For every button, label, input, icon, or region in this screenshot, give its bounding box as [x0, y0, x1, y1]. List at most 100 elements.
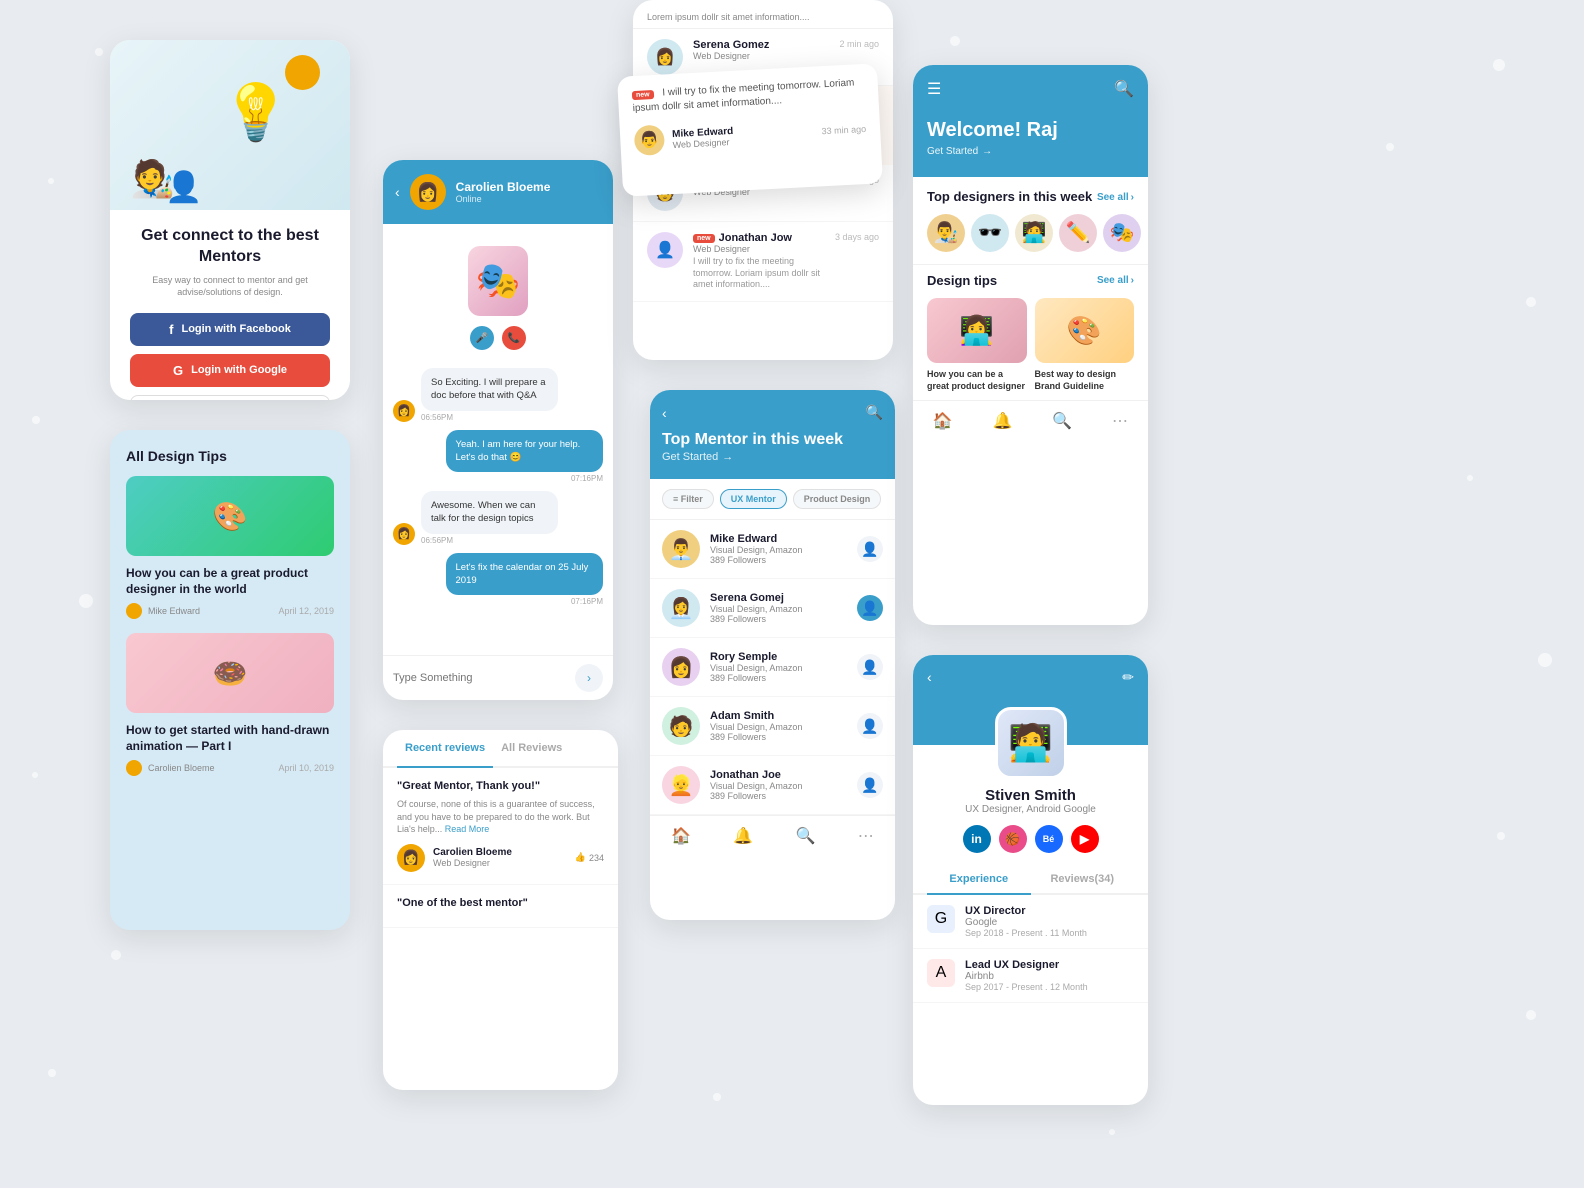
follow-button-adam-m[interactable]: 👤: [857, 713, 883, 739]
welcome-nav-home[interactable]: 🏠: [933, 411, 953, 431]
reviewer-info-1: Carolien Bloeme Web Designer: [433, 847, 567, 868]
mentor-nav-search[interactable]: 🔍: [796, 826, 816, 846]
mentor-avatar-rory: 👩: [662, 648, 700, 686]
profile-edit-button[interactable]: ✏: [1122, 669, 1134, 686]
chat-user-status: Online: [456, 194, 601, 204]
profile-card: ‹ ✏ 🧑‍💻 Stiven Smith UX Designer, Androi…: [913, 655, 1148, 1105]
msg-avatar-jonathan: 👤: [647, 232, 683, 268]
end-call-button[interactable]: 📞: [502, 326, 526, 350]
welcome-cta[interactable]: Get Started →: [927, 146, 1134, 157]
behance-button[interactable]: Bé: [1035, 825, 1063, 853]
mentor-meta-serena: Visual Design, Amazon: [710, 604, 847, 614]
mentor-title: Top Mentor in this week: [662, 431, 883, 449]
msg-time-serena: 2 min ago: [839, 39, 879, 49]
chat-msg-avatar-3: 👩: [393, 523, 415, 545]
mentor-item-jonathan[interactable]: 👱 Jonathan Joe Visual Design, Amazon 389…: [650, 756, 895, 815]
follow-button-rory[interactable]: 👤: [857, 654, 883, 680]
filter-chip-filter[interactable]: ≡ Filter: [662, 489, 714, 509]
reviewer-row-1: 👩 Carolien Bloeme Web Designer 👍 234: [397, 844, 604, 872]
chat-messages: 👩 So Exciting. I will prepare a doc befo…: [383, 360, 613, 655]
welcome-arrow-icon: →: [982, 146, 992, 157]
login-body: Get connect to the best Mentors Easy way…: [110, 210, 350, 400]
filter-chip-product[interactable]: Product Design: [793, 489, 882, 509]
mute-button[interactable]: 🎤: [470, 326, 494, 350]
chat-send-button[interactable]: ›: [575, 664, 603, 692]
floating-new-badge: new: [632, 90, 654, 100]
review-text-1: Of course, none of this is a guarantee o…: [397, 798, 604, 836]
mentor-item-serena[interactable]: 👩‍💼 Serena Gomej Visual Design, Amazon 3…: [650, 579, 895, 638]
mentor-back-button[interactable]: ‹: [662, 405, 667, 421]
tab-experience[interactable]: Experience: [927, 865, 1031, 895]
floating-msg-time: 33 min ago: [821, 124, 866, 136]
tab-reviews[interactable]: Reviews(34): [1031, 865, 1135, 893]
tips-see-all[interactable]: See all ›: [1097, 275, 1134, 286]
mentor-info-rory: Rory Semple Visual Design, Amazon 389 Fo…: [710, 651, 847, 683]
designers-see-all[interactable]: See all ›: [1097, 192, 1134, 203]
mentor-search-icon[interactable]: 🔍: [866, 404, 883, 421]
mentor-nav-bell[interactable]: 🔔: [733, 826, 753, 846]
sun-illustration: [285, 55, 320, 90]
chat-back-button[interactable]: ‹: [395, 184, 400, 200]
message-item-jonathan-inner: 👤 new Jonathan Jow Web Designer I will t…: [633, 222, 893, 301]
email-login-button[interactable]: ✉ Login with Email: [130, 395, 330, 400]
mentor-item-adam[interactable]: 🧑 Adam Smith Visual Design, Amazon 389 F…: [650, 697, 895, 756]
mentor-followers-serena: 389 Followers: [710, 614, 847, 624]
welcome-nav-bell[interactable]: 🔔: [993, 411, 1013, 431]
filter-chip-ux[interactable]: UX Mentor: [720, 489, 787, 509]
designer-avatar-1: 👨‍🎨: [927, 214, 965, 252]
exp-company-google: Google: [965, 917, 1134, 928]
designer-avatar-4: ✏️: [1059, 214, 1097, 252]
tip2-image: 🍩: [126, 633, 334, 713]
linkedin-button[interactable]: in: [963, 825, 991, 853]
design-tips-title: Design tips: [927, 273, 997, 288]
msg-name-jonathan: Jonathan Jow: [719, 232, 792, 244]
call-avatar: 🎭: [468, 246, 528, 316]
tips-header: All Design Tips: [110, 430, 350, 476]
mentor-name-jonathan-m: Jonathan Joe: [710, 769, 847, 781]
welcome-card: ☰ 🔍 Welcome! Raj Get Started → Top desig…: [913, 65, 1148, 625]
dribbble-button[interactable]: 🏀: [999, 825, 1027, 853]
google-login-button[interactable]: G Login with Google: [130, 354, 330, 387]
welcome-nav-search[interactable]: 🔍: [1052, 411, 1072, 431]
reviewer-role-1: Web Designer: [433, 858, 567, 868]
menu-icon[interactable]: ☰: [927, 79, 941, 99]
tab-all-reviews[interactable]: All Reviews: [493, 730, 570, 766]
mentor-subtitle-text: Get Started: [662, 451, 718, 463]
facebook-login-button[interactable]: f Login with Facebook: [130, 313, 330, 346]
mentor-nav-home[interactable]: 🏠: [671, 826, 691, 846]
message-item-jonathan[interactable]: 👤 new Jonathan Jow Web Designer I will t…: [633, 222, 893, 302]
msg-time-jonathan: 3 days ago: [835, 232, 879, 242]
profile-back-button[interactable]: ‹: [927, 669, 932, 685]
msg-role-jonathan: Web Designer: [693, 244, 825, 254]
floating-msg-text: new I will try to fix the meeting tomorr…: [632, 76, 865, 116]
reviews-card: Recent reviews All Reviews "Great Mentor…: [383, 730, 618, 1090]
mentor-nav-more[interactable]: ⋯: [858, 826, 874, 846]
welcome-search-icon[interactable]: 🔍: [1114, 79, 1134, 99]
exp-company-airbnb: Airbnb: [965, 971, 1134, 982]
follow-button-serena[interactable]: 👤: [857, 595, 883, 621]
read-more-link-1[interactable]: Read More: [445, 824, 490, 834]
experience-item-google: G UX Director Google Sep 2018 - Present …: [913, 895, 1148, 949]
follow-button-mike[interactable]: 👤: [857, 536, 883, 562]
mentor-header: ‹ 🔍 Top Mentor in this week Get Started …: [650, 390, 895, 479]
mentor-item-mike[interactable]: 👨‍💼 Mike Edward Visual Design, Amazon 38…: [650, 520, 895, 579]
follow-button-jonathan-m[interactable]: 👤: [857, 772, 883, 798]
mentor-item-rory[interactable]: 👩 Rory Semple Visual Design, Amazon 389 …: [650, 638, 895, 697]
reviewer-name-1: Carolien Bloeme: [433, 847, 567, 858]
mentor-name-mike: Mike Edward: [710, 533, 847, 545]
experience-item-airbnb: A Lead UX Designer Airbnb Sep 2017 - Pre…: [913, 949, 1148, 1003]
mentor-name-serena: Serena Gomej: [710, 592, 847, 604]
profile-tabs: Experience Reviews(34): [913, 865, 1148, 895]
mentor-meta-rory: Visual Design, Amazon: [710, 663, 847, 673]
tip2-author: Carolien Bloeme: [148, 763, 215, 773]
airbnb-logo: A: [927, 959, 955, 987]
review-quote-2: "One of the best mentor": [397, 897, 604, 909]
designers-section-header: Top designers in this week See all ›: [913, 177, 1148, 214]
mentor-header-top: ‹ 🔍: [662, 404, 883, 421]
chat-input[interactable]: [393, 672, 567, 684]
designer-avatar-2: 🕶️: [971, 214, 1009, 252]
youtube-button[interactable]: ▶: [1071, 825, 1099, 853]
tab-recent-reviews[interactable]: Recent reviews: [397, 730, 493, 768]
welcome-nav-more[interactable]: ⋯: [1112, 411, 1128, 431]
tip1-image-bg: 🎨: [126, 476, 334, 556]
